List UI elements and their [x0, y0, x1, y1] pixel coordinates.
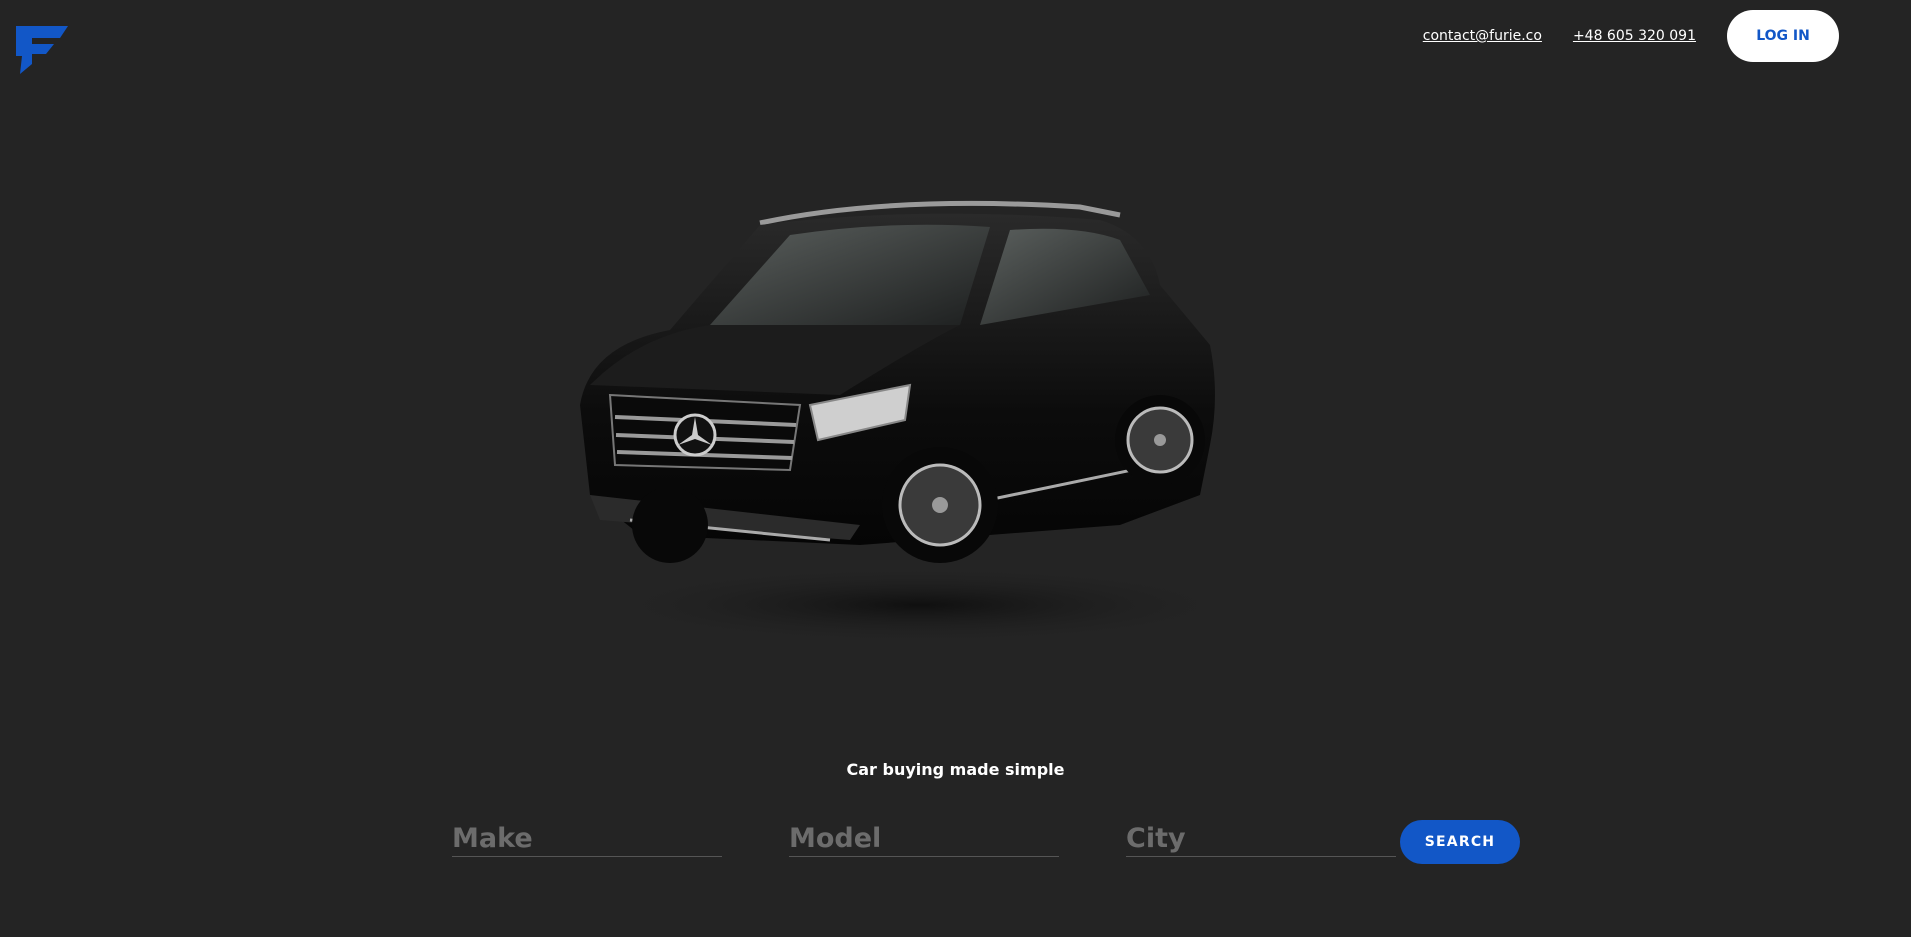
tagline: Car buying made simple: [846, 760, 1065, 779]
search-button[interactable]: SEARCH: [1400, 820, 1520, 864]
phone-link[interactable]: +48 605 320 091: [1573, 28, 1696, 44]
black-suv-image: [580, 200, 1250, 645]
login-button[interactable]: LOG IN: [1727, 10, 1839, 62]
model-field-wrapper: [789, 821, 1059, 857]
make-input[interactable]: [452, 821, 722, 856]
city-field-wrapper: [1126, 821, 1396, 857]
top-nav: contact@furie.co +48 605 320 091 LOG IN: [1423, 10, 1839, 62]
model-input[interactable]: [789, 821, 1059, 856]
city-input[interactable]: [1126, 821, 1396, 856]
make-field-wrapper: [452, 821, 722, 857]
furie-logo-icon[interactable]: [16, 26, 68, 74]
search-form: SEARCH: [452, 820, 1520, 864]
email-link[interactable]: contact@furie.co: [1423, 28, 1542, 44]
